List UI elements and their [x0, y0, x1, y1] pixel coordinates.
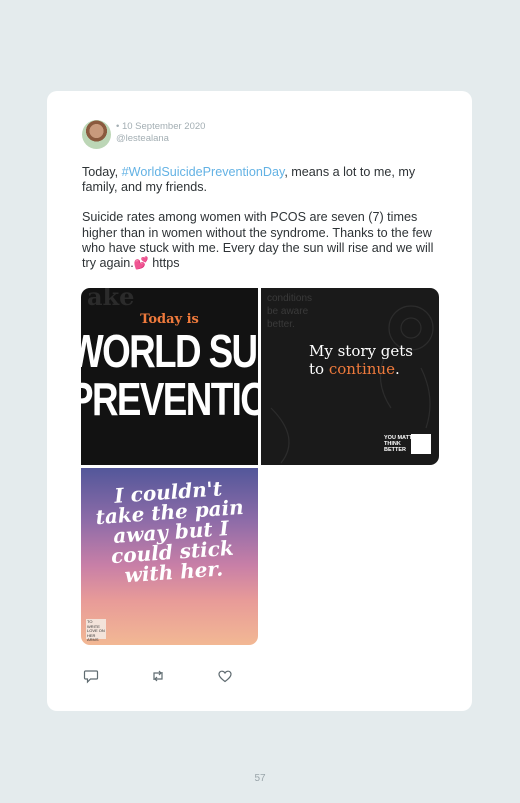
tweet-handle[interactable]: @lestealana	[116, 133, 205, 145]
tweet-paragraph-1: Today, #WorldSuicidePreventionDay, means…	[82, 165, 442, 195]
tweet-text-part1: Today,	[82, 165, 122, 179]
tweet-card: • 10 September 2020 @lestealana Today, #…	[47, 91, 472, 711]
tweet-body: Today, #WorldSuicidePreventionDay, means…	[82, 165, 442, 271]
image1-line1: WORLD SUICID	[81, 325, 258, 377]
avatar[interactable]	[82, 120, 111, 149]
image2-quote-accent: continue	[328, 360, 395, 378]
tweet-actions	[83, 668, 253, 684]
image3-script-text: I couldn't take the pain away but I coul…	[94, 476, 245, 588]
page-number: 57	[254, 773, 266, 784]
image2-quote-part2: .	[394, 360, 400, 378]
media-image-1[interactable]: ake Today is WORLD SUICID PREVENTION DA	[81, 288, 258, 465]
image1-line2: PREVENTION DA	[81, 373, 258, 425]
tweet-meta: • 10 September 2020 @lestealana	[116, 121, 205, 145]
image2-quote: My story gets to continue.	[309, 342, 429, 378]
media-grid: ake Today is WORLD SUICID PREVENTION DA …	[81, 288, 439, 645]
image1-ghost-text: ake	[87, 288, 135, 311]
qr-code-icon	[411, 434, 431, 454]
image2-faint-lines: conditions be aware better.	[267, 293, 313, 330]
reply-icon[interactable]	[83, 668, 99, 684]
image3-logo: TO WRITE LOVE ON HER ARMS	[86, 619, 106, 642]
tweet-link[interactable]: https	[149, 256, 179, 270]
tweet-date: • 10 September 2020	[116, 121, 206, 132]
two-hearts-emoji: 💕	[133, 256, 149, 271]
tweet-paragraph-2: Suicide rates among women with PCOS are …	[82, 210, 442, 271]
media-image-3[interactable]: I couldn't take the pain away but I coul…	[81, 468, 258, 645]
retweet-icon[interactable]	[150, 668, 166, 684]
image2-faint-text: conditions be aware better.	[267, 292, 312, 331]
hashtag-link[interactable]: #WorldSuicidePreventionDay	[122, 165, 285, 179]
media-image-2[interactable]: conditions be aware better. My story get…	[261, 288, 439, 465]
heart-icon[interactable]	[217, 668, 233, 684]
